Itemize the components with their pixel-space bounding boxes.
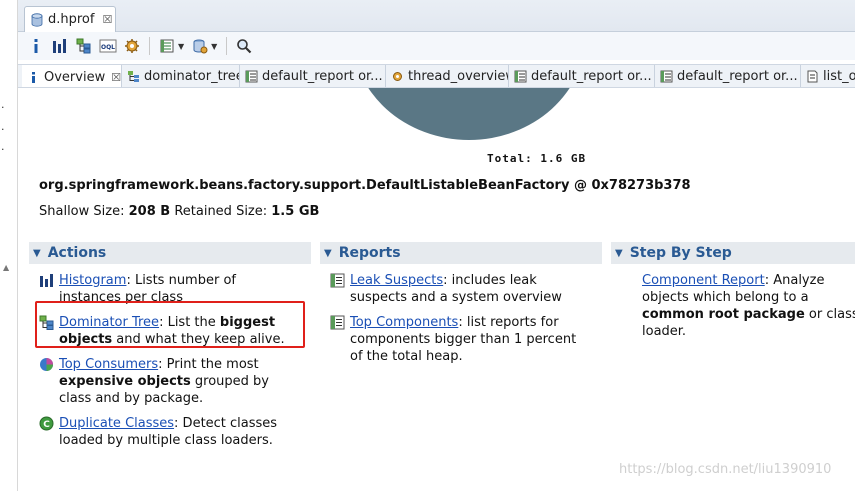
histogram-icon[interactable] <box>50 36 70 56</box>
info-icon <box>32 71 35 83</box>
editor-tab-label: d.hprof <box>48 12 95 27</box>
tab-label: default_report or... <box>262 69 383 84</box>
toolbar-separator <box>226 37 228 55</box>
close-icon[interactable]: ☒ <box>111 71 121 84</box>
collapse-triangle-icon[interactable]: ▼ <box>33 248 41 259</box>
tab-default-report[interactable]: default_report or... <box>509 65 655 87</box>
dominator-tree-icon[interactable] <box>74 36 94 56</box>
top-consumers-link[interactable]: Top Consumers <box>59 357 158 372</box>
component-emphasis: common root package <box>642 307 805 322</box>
gutter-mark: · <box>1 101 5 114</box>
info-icon[interactable] <box>26 36 46 56</box>
leak-suspects-entry: Leak Suspects: includes leak suspects an… <box>330 272 590 306</box>
watermark: https://blog.csdn.net/liu1390910 <box>619 462 832 477</box>
histogram-link[interactable]: Histogram <box>59 273 126 288</box>
toolbar-separator <box>149 37 150 55</box>
leak-suspects-link[interactable]: Leak Suspects <box>350 273 443 288</box>
reports-section-header[interactable]: ▼ Reports <box>320 242 602 264</box>
gear-icon <box>393 72 402 81</box>
top-consumers-entry: Top Consumers: Print the most expensive … <box>40 356 291 407</box>
section-title: Reports <box>338 245 401 261</box>
toolbar: OQL ▼ ▼ <box>18 32 855 60</box>
top-consumers-icon <box>40 358 53 371</box>
query-browser-icon[interactable] <box>157 36 177 56</box>
tab-label: default_report or... <box>677 69 798 84</box>
selected-object-name: org.springframework.beans.factory.suppor… <box>39 178 691 193</box>
retained-size-label: Retained Size: <box>170 204 272 219</box>
report-icon <box>330 315 345 330</box>
total-heap-label: Total: 1.6 GB <box>487 152 587 165</box>
list-icon <box>807 70 818 83</box>
section-title: Step By Step <box>629 245 732 261</box>
retained-size-value: 1.5 GB <box>271 204 320 219</box>
section-title: Actions <box>47 245 107 261</box>
actions-section-header[interactable]: ▼ Actions <box>29 242 311 264</box>
report-icon <box>245 70 258 83</box>
report-icon <box>660 70 673 83</box>
svg-text:C: C <box>43 420 50 430</box>
tab-overview[interactable]: Overview ☒ <box>22 65 122 87</box>
class-c-icon: C <box>39 416 54 431</box>
report-icon <box>330 273 345 288</box>
scroll-up-arrow-icon[interactable]: ▲ <box>3 263 13 272</box>
close-icon[interactable]: ☒ <box>102 13 112 26</box>
heap-dump-icon[interactable] <box>190 36 210 56</box>
report-icon <box>514 70 527 83</box>
tab-label: dominator_tree <box>144 69 240 84</box>
editor-tab-bar: d.hprof ☒ <box>18 0 855 32</box>
object-sizes: Shallow Size: 208 B Retained Size: 1.5 G… <box>39 204 319 219</box>
gear-report-icon[interactable] <box>122 36 142 56</box>
red-highlight-annotation <box>35 301 305 348</box>
dominator-tree-icon <box>128 71 139 82</box>
duplicate-classes-link[interactable]: Duplicate Classes <box>59 416 174 431</box>
top-components-entry: Top Components: list reports for compone… <box>330 314 585 365</box>
tab-label: thread_overview <box>408 69 509 84</box>
shallow-size-value: 208 B <box>128 204 171 219</box>
top-components-link[interactable]: Top Components <box>350 315 458 330</box>
tab-label: default_report or... <box>531 69 652 84</box>
shallow-size-label: Shallow Size: <box>39 204 129 219</box>
sub-tab-bar: Overview ☒ dominator_tree default_report… <box>18 64 855 88</box>
tab-default-report[interactable]: default_report or... <box>655 65 801 87</box>
consumers-description: : Print the most <box>158 357 259 372</box>
heap-pie-chart[interactable] <box>352 88 586 140</box>
database-icon <box>31 12 43 27</box>
overview-panel: Total: 1.6 GB org.springframework.beans.… <box>19 88 855 491</box>
oql-icon[interactable]: OQL <box>98 36 118 56</box>
oql-text: OQL <box>101 44 115 51</box>
tab-label: Overview <box>44 69 106 85</box>
tab-thread-overview[interactable]: thread_overview <box>386 65 509 87</box>
collapse-triangle-icon[interactable]: ▼ <box>324 248 332 259</box>
component-report-entry: Component Report: Analyze objects which … <box>642 272 855 340</box>
tab-default-report[interactable]: default_report or... <box>240 65 386 87</box>
gutter-mark: · <box>1 143 5 156</box>
component-report-link[interactable]: Component Report <box>642 273 765 288</box>
left-gutter: · · · ▲ <box>0 0 18 491</box>
editor-tab-hprof[interactable]: d.hprof ☒ <box>24 6 116 32</box>
step-by-step-section-header[interactable]: ▼ Step By Step <box>611 242 855 264</box>
tab-label: list_ob <box>823 69 855 84</box>
histogram-icon <box>40 274 53 287</box>
search-icon[interactable] <box>234 36 254 56</box>
tab-list-objects[interactable]: list_ob <box>801 65 855 87</box>
gutter-mark: · <box>1 123 5 136</box>
chevron-down-icon[interactable]: ▼ <box>178 42 184 51</box>
consumers-emphasis: expensive objects <box>59 374 191 389</box>
collapse-triangle-icon[interactable]: ▼ <box>615 248 623 259</box>
chevron-down-icon[interactable]: ▼ <box>211 42 217 51</box>
tab-dominator-tree[interactable]: dominator_tree <box>122 65 240 87</box>
duplicate-classes-entry: C Duplicate Classes: Detect classes load… <box>39 415 304 449</box>
